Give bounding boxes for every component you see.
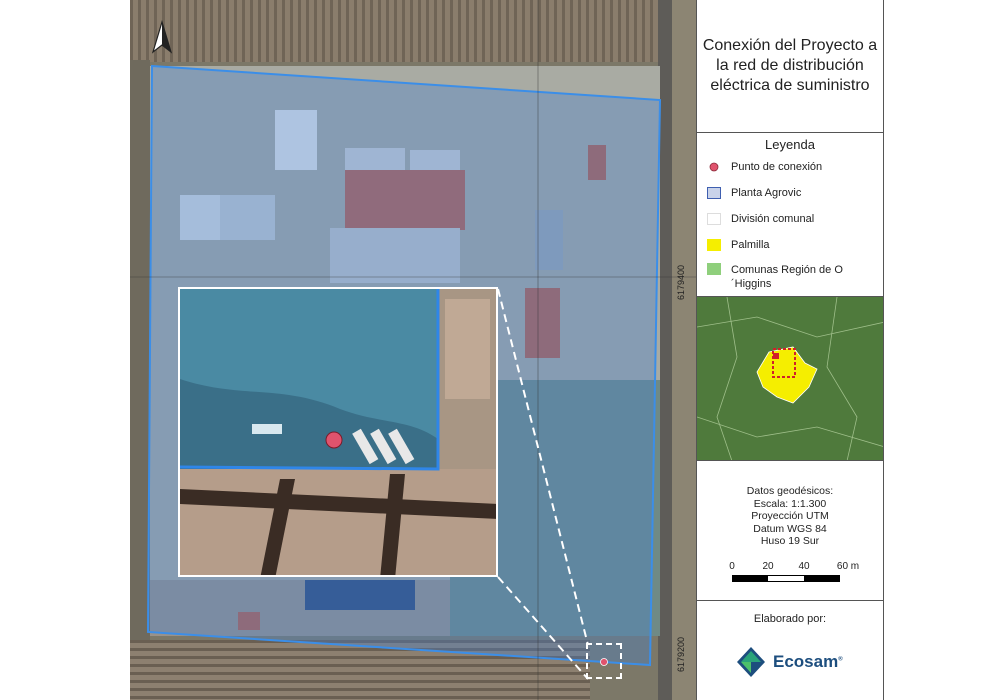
ecosam-logo-icon bbox=[737, 647, 765, 677]
legend-item-comunal-division: División comunal bbox=[707, 213, 814, 225]
palmilla-symbol-icon bbox=[707, 239, 721, 251]
overview-map-imagery bbox=[697, 297, 883, 460]
main-map[interactable]: 6179400 6179200 bbox=[130, 0, 696, 700]
company-name: Ecosam bbox=[773, 652, 839, 671]
zone: Huso 19 Sur bbox=[760, 535, 820, 547]
comunal-division-symbol-icon bbox=[707, 213, 721, 225]
scale-bar bbox=[732, 575, 840, 582]
grid-label-northing-2: 6179200 bbox=[676, 636, 686, 672]
plant-symbol-icon bbox=[707, 187, 721, 199]
connection-point-extent-box bbox=[586, 643, 622, 679]
inset-imagery bbox=[180, 289, 496, 575]
legend-label: Palmilla bbox=[731, 239, 770, 251]
ecosam-logo: Ecosam® bbox=[735, 645, 843, 679]
geodetic-data-section: Datos geodésicos: Escala: 1:1.300 Proyec… bbox=[697, 461, 883, 601]
credits-label: Elaborado por: bbox=[753, 613, 827, 625]
legend-label: Punto de conexión bbox=[731, 161, 823, 173]
grid-label-northing-1: 6179400 bbox=[676, 264, 686, 300]
scale-ratio: Escala: 1:1.300 bbox=[753, 497, 827, 510]
legend-label: Comunas Región de O´Higgins bbox=[731, 264, 843, 290]
zoom-inset bbox=[178, 287, 498, 577]
location-overview-map bbox=[697, 297, 883, 461]
legend-item-connection-point: Punto de conexión bbox=[707, 161, 822, 173]
legend-item-plant: Planta Agrovic bbox=[707, 187, 801, 199]
north-arrow-icon bbox=[151, 20, 173, 54]
scale-label: 40 bbox=[798, 561, 810, 572]
datum: Datum WGS 84 bbox=[753, 522, 827, 535]
registered-mark-icon: ® bbox=[838, 656, 843, 663]
title-section: Conexión del Proyecto a la red de distri… bbox=[697, 0, 883, 133]
scale-label: 0 bbox=[729, 561, 735, 572]
projection: Proyección UTM bbox=[751, 510, 829, 522]
legend-item-palmilla: Palmilla bbox=[707, 239, 770, 251]
legend-label: Planta Agrovic bbox=[731, 187, 802, 199]
legend-label: División comunal bbox=[731, 213, 815, 225]
comunas-symbol-icon bbox=[707, 263, 721, 275]
scale-label: 60 m bbox=[836, 561, 860, 572]
map-title: Conexión del Proyecto a la red de distri… bbox=[702, 37, 878, 94]
legend-section: Leyenda Punto de conexión Planta Agrovic… bbox=[697, 133, 883, 297]
credits-section: Elaborado por: Ecosam® bbox=[697, 601, 883, 700]
inset-connection-point[interactable] bbox=[325, 431, 343, 449]
map-sidebar-panel: Conexión del Proyecto a la red de distri… bbox=[696, 0, 884, 700]
scale-label: 20 bbox=[762, 561, 774, 572]
legend-title: Leyenda bbox=[765, 137, 815, 152]
connection-point-symbol-icon bbox=[709, 162, 719, 172]
legend-item-comunas: Comunas Región de O´Higgins bbox=[707, 263, 857, 291]
geodetic-title: Datos geodésicos: bbox=[746, 485, 834, 497]
